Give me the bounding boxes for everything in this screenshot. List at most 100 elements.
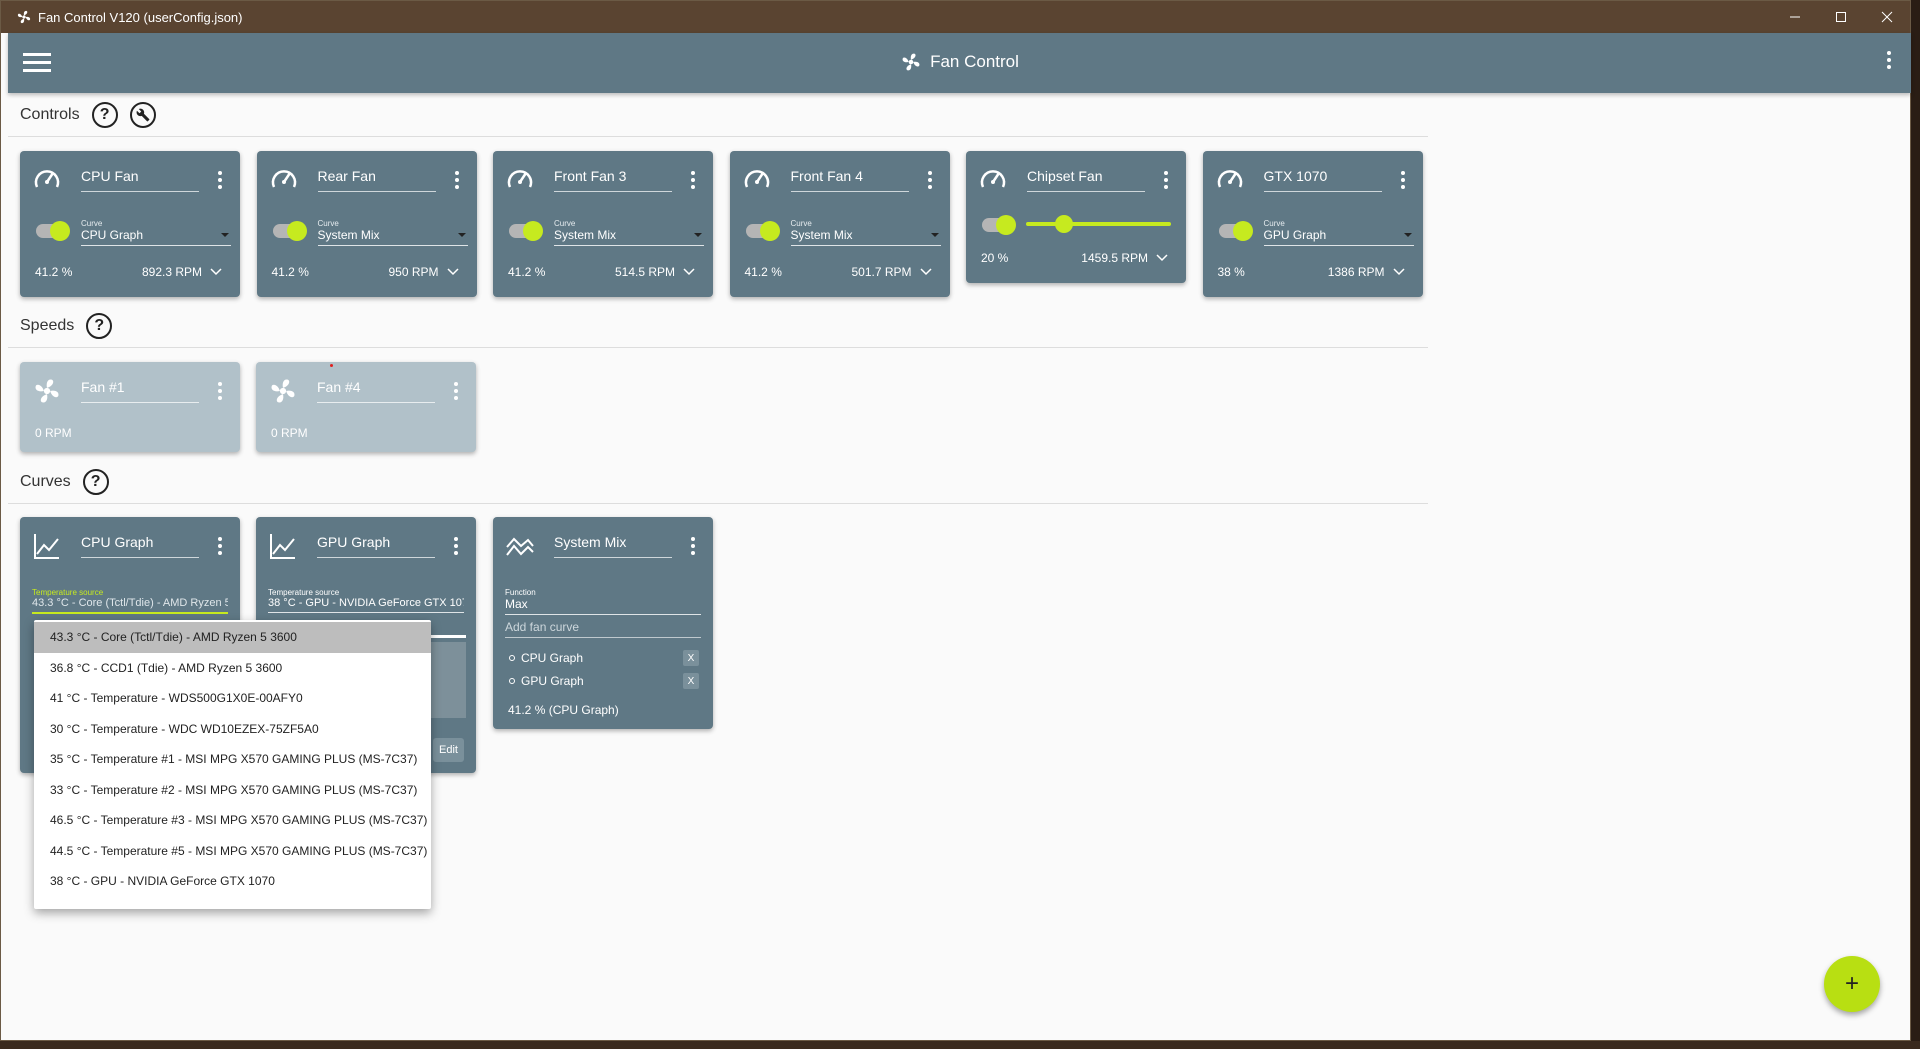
enable-toggle[interactable] [745,221,780,241]
taskbar-edge [0,1041,1920,1049]
curve-name[interactable]: System Mix [554,534,672,558]
card-menu-button[interactable] [454,382,458,400]
curve-select[interactable]: Curve System Mix [790,219,941,246]
help-icon[interactable]: ? [91,102,118,128]
control-name[interactable]: CPU Fan [81,168,199,192]
chevron-down-icon[interactable] [1392,268,1405,276]
edit-button[interactable]: Edit [433,738,464,762]
speed-name[interactable]: Fan #4 [317,379,435,403]
wrench-icon[interactable] [129,102,156,128]
dropdown-option[interactable]: 41 °C - Temperature - WDS500G1X0E-00AFY0 [34,683,431,714]
card-menu-button[interactable] [691,171,695,189]
chevron-down-icon[interactable] [683,268,695,276]
fan-icon [902,53,920,71]
speedometer-icon [32,165,62,195]
minimize-icon [1790,16,1800,18]
divider [8,347,1428,348]
curves-header: Curves ? [20,469,109,495]
rpm-value: 1386 RPM [1327,265,1385,279]
control-card: Front Fan 3 Curve System Mix 41.2 % 514.5 RP… [493,151,713,297]
control-percent: 20 % [981,251,1009,265]
indicator-dot [330,364,333,367]
slider-thumb[interactable] [1055,215,1073,233]
maximize-button[interactable] [1818,1,1864,33]
enable-toggle[interactable] [1218,221,1253,241]
enable-toggle[interactable] [36,221,70,241]
control-percent: 38 % [1217,265,1245,279]
dropdown-option[interactable]: 38 °C - GPU - NVIDIA GeForce GTX 1070 [34,866,431,897]
dropdown-option[interactable]: 46.5 °C - Temperature #3 - MSI MPG X570 … [34,805,431,836]
rpm-value: 950 RPM [388,265,439,279]
control-name[interactable]: Front Fan 3 [554,168,672,192]
remove-button[interactable]: X [683,673,699,689]
control-name[interactable]: GTX 1070 [1263,168,1382,192]
chevron-down-icon[interactable] [446,268,459,276]
speedometer-icon [742,165,772,195]
dropdown-option[interactable]: 43.3 °C - Core (Tctl/Tdie) - AMD Ryzen 5… [34,622,431,653]
help-icon[interactable]: ? [82,469,109,495]
rpm-value: 892.3 RPM [141,265,202,279]
close-icon [1881,11,1893,23]
mix-item: CPU Graph X [509,650,699,666]
speed-name[interactable]: Fan #1 [81,379,199,403]
curve-caption: Curve [81,219,103,228]
speed-slider[interactable] [1026,222,1171,226]
card-menu-button[interactable] [927,171,932,189]
card-menu-button[interactable] [691,537,695,555]
chevron-down-icon[interactable] [1156,254,1168,262]
control-rpm: 1386 RPM [1328,265,1405,279]
help-icon[interactable]: ? [86,313,113,339]
bullet-icon [509,655,515,661]
rpm-value: 1459.5 RPM [1081,251,1148,265]
chevron-down-icon[interactable] [210,268,222,276]
curve-select[interactable]: Curve GPU Graph [1263,219,1414,246]
control-name[interactable]: Front Fan 4 [790,168,909,192]
enable-toggle[interactable] [272,221,307,241]
enable-toggle[interactable] [509,221,543,241]
card-menu-button[interactable] [218,382,222,400]
enable-toggle[interactable] [982,215,1016,235]
close-window-button[interactable] [1864,1,1910,33]
minimize-button[interactable] [1772,1,1818,33]
dropdown-option[interactable]: 44.5 °C - Temperature #5 - MSI MPG X570 … [34,836,431,867]
curve-select[interactable]: Curve CPU Graph [81,219,231,246]
control-name[interactable]: Rear Fan [317,168,436,192]
control-name[interactable]: Chipset Fan [1027,168,1145,192]
app-brand: Fan Control [8,51,1911,73]
curve-name[interactable]: CPU Graph [81,534,199,558]
speedometer-icon [505,165,535,195]
chevron-down-icon[interactable] [919,268,932,276]
curve-caption: Curve [1263,219,1285,228]
curve-name[interactable]: GPU Graph [317,534,435,558]
card-menu-button[interactable] [1164,171,1168,189]
control-percent: 41.2 % [508,265,546,279]
control-rpm: 950 RPM [388,265,459,279]
graph-preview [430,642,466,718]
curve-select[interactable]: Curve System Mix [554,219,704,246]
speed-rpm: 0 RPM [271,426,308,440]
temperature-source-select[interactable]: 38 °C - GPU - NVIDIA GeForce GTX 1070 [268,597,464,613]
card-menu-button[interactable] [218,537,222,555]
control-percent: 41.2 % [35,265,73,279]
add-fan-curve-select[interactable]: Add fan curve [505,620,701,638]
divider [8,503,1428,504]
dropdown-option[interactable]: 36.8 °C - CCD1 (Tdie) - AMD Ryzen 5 3600 [34,653,431,684]
curve-select[interactable]: Curve System Mix [317,219,468,246]
dropdown-option[interactable]: 30 °C - Temperature - WDC WD10EZEX-75ZF5… [34,714,431,745]
control-card: Front Fan 4 Curve System Mix 41.2 % 501.7 RP… [729,151,950,297]
graph-icon [34,534,59,559]
card-menu-button[interactable] [454,171,459,189]
card-menu-button[interactable] [454,537,458,555]
more-options-button[interactable] [1887,51,1891,69]
function-select[interactable]: Max [505,597,701,615]
temperature-source-select[interactable]: 43.3 °C - Core (Tctl/Tdie) - AMD Ryzen 5… [32,597,228,614]
rpm-value: 514.5 RPM [614,265,675,279]
card-menu-button[interactable] [1400,171,1405,189]
control-card: Rear Fan Curve System Mix 41.2 % 950 RPM [256,151,477,297]
fan-icon [32,376,62,406]
dropdown-option[interactable]: 35 °C - Temperature #1 - MSI MPG X570 GA… [34,744,431,775]
remove-button[interactable]: X [683,650,699,666]
card-menu-button[interactable] [218,171,222,189]
dropdown-option[interactable]: 33 °C - Temperature #2 - MSI MPG X570 GA… [34,775,431,806]
add-button[interactable]: + [1824,956,1880,1012]
